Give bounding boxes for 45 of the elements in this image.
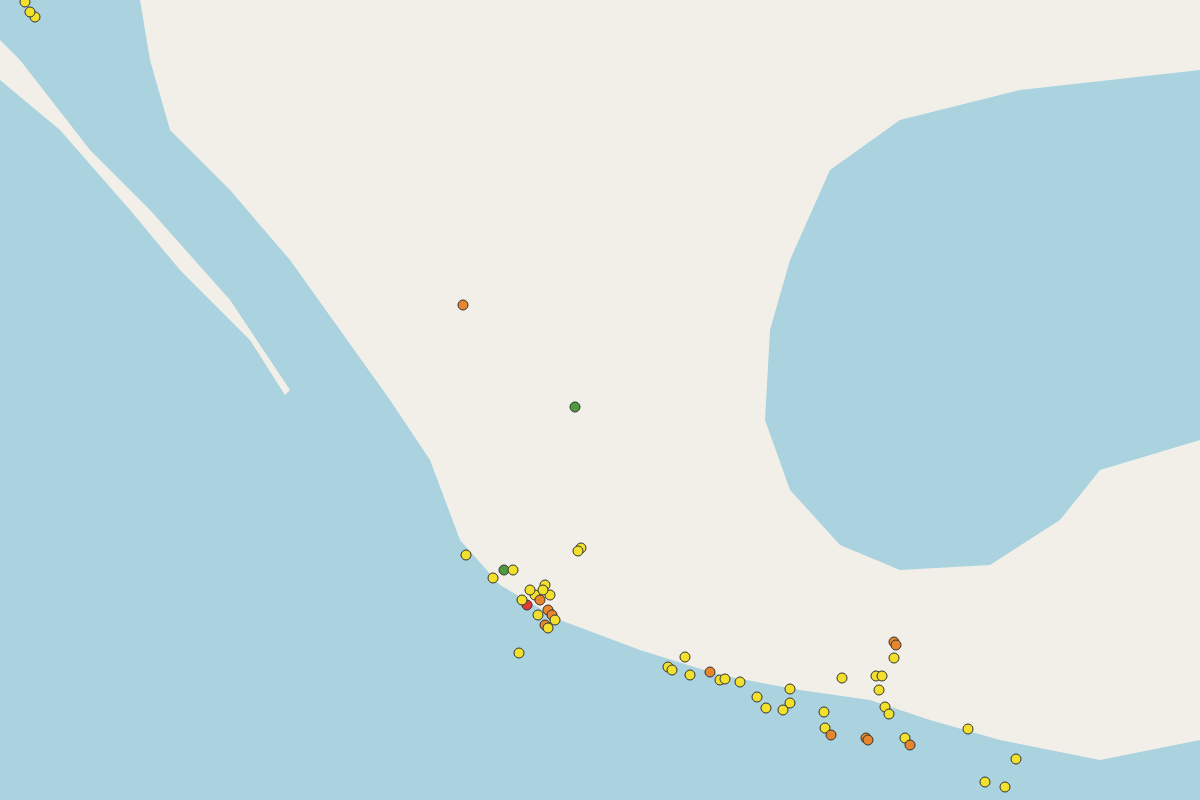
earthquake-marker[interactable]	[999, 781, 1011, 793]
earthquake-marker[interactable]	[487, 572, 499, 584]
earthquake-marker[interactable]	[684, 669, 696, 681]
earthquake-marker[interactable]	[704, 666, 716, 678]
earthquake-marker[interactable]	[524, 584, 536, 596]
earthquake-marker[interactable]	[979, 776, 991, 788]
earthquake-marker[interactable]	[513, 647, 525, 659]
earthquake-marker[interactable]	[890, 639, 902, 651]
earthquake-marker[interactable]	[24, 6, 36, 18]
earthquake-marker[interactable]	[666, 664, 678, 676]
earthquake-marker[interactable]	[457, 299, 469, 311]
earthquake-marker[interactable]	[904, 739, 916, 751]
earthquake-marker[interactable]	[899, 732, 911, 744]
earthquake-marker[interactable]	[819, 722, 831, 734]
earthquake-marker[interactable]	[549, 614, 561, 626]
earthquake-marker[interactable]	[498, 564, 510, 576]
earthquake-marker[interactable]	[888, 652, 900, 664]
earthquake-marker[interactable]	[784, 683, 796, 695]
earthquake-marker[interactable]	[532, 609, 544, 621]
earthquake-marker[interactable]	[569, 401, 581, 413]
earthquake-marker[interactable]	[719, 673, 731, 685]
earthquake-marker[interactable]	[818, 706, 830, 718]
earthquake-marker[interactable]	[962, 723, 974, 735]
earthquake-marker[interactable]	[760, 702, 772, 714]
earthquake-marker[interactable]	[784, 697, 796, 709]
earthquake-marker[interactable]	[836, 672, 848, 684]
earthquake-marker[interactable]	[544, 589, 556, 601]
earthquake-marker[interactable]	[734, 676, 746, 688]
earthquake-marker[interactable]	[777, 704, 789, 716]
earthquake-marker[interactable]	[19, 0, 31, 8]
earthquake-marker[interactable]	[873, 684, 885, 696]
earthquake-marker[interactable]	[876, 670, 888, 682]
earthquake-marker[interactable]	[883, 708, 895, 720]
earthquake-marker[interactable]	[572, 545, 584, 557]
earthquake-marker[interactable]	[507, 564, 519, 576]
earthquake-marker[interactable]	[516, 594, 528, 606]
earthquake-marker[interactable]	[751, 691, 763, 703]
earthquake-marker[interactable]	[679, 651, 691, 663]
earthquake-marker[interactable]	[537, 584, 549, 596]
earthquake-marker[interactable]	[534, 594, 546, 606]
earthquake-marker[interactable]	[825, 729, 837, 741]
earthquake-marker[interactable]	[542, 622, 554, 634]
earthquake-marker[interactable]	[460, 549, 472, 561]
earthquake-marker[interactable]	[862, 734, 874, 746]
earthquake-marker[interactable]	[1010, 753, 1022, 765]
